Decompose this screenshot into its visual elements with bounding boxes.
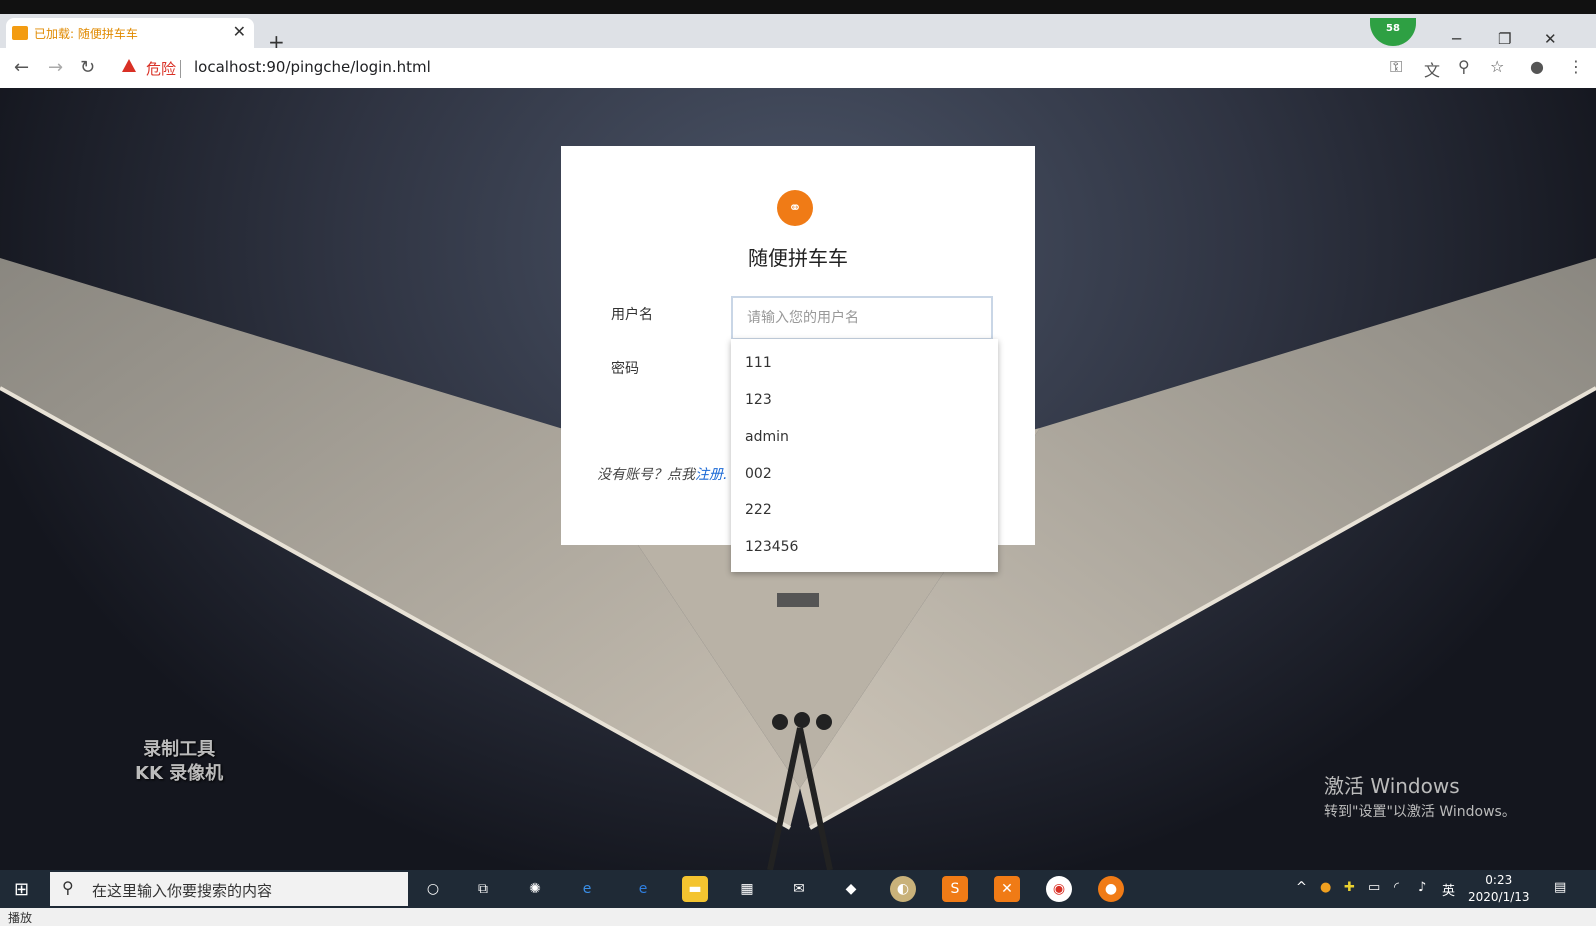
zoom-icon[interactable]: ⚲	[1458, 57, 1470, 76]
reload-icon[interactable]: ↻	[80, 57, 95, 78]
tab-close-icon[interactable]: ✕	[233, 22, 246, 41]
window-close-icon[interactable]: ✕	[1544, 30, 1557, 48]
battery-icon[interactable]: ▭	[1368, 880, 1380, 895]
windows-taskbar: ⊞ ⚲ 在这里输入你要搜索的内容 ○ ⧉ ✺ e e ▬ ▦ ✉ ◆ ◐ S ✕…	[0, 870, 1596, 908]
tab-favicon-icon	[12, 26, 28, 40]
chrome-icon[interactable]: ◉	[1046, 876, 1072, 902]
menu-dots-icon[interactable]: ⋮	[1568, 57, 1584, 76]
security-label[interactable]: 危险	[146, 58, 176, 79]
autocomplete-item[interactable]: 123456	[745, 539, 798, 555]
autocomplete-item[interactable]: admin	[745, 429, 789, 445]
page-viewport: ⚭ 随便拼车车 用户名 密码 没有账号？点我注册. 111 123 admin …	[0, 88, 1596, 870]
windows-start-icon[interactable]: ⊞	[14, 879, 29, 900]
browser-tab[interactable]: 已加载: 随便拼车车 ✕	[6, 18, 254, 48]
watermark-line2: KK 录像机	[135, 763, 224, 784]
password-label: 密码	[611, 361, 639, 377]
status-text: 播放	[8, 911, 33, 925]
username-input[interactable]	[745, 298, 989, 338]
autocomplete-item[interactable]: 222	[745, 502, 772, 518]
player-status-bar: 播放	[0, 908, 1596, 926]
clock-time: 0:23	[1485, 873, 1513, 887]
car-icon: ⚭	[777, 190, 813, 226]
watermark-line1: 录制工具	[143, 739, 216, 760]
bookmark-star-icon[interactable]: ☆	[1490, 57, 1504, 76]
app-avatar-icon[interactable]: ◐	[890, 876, 916, 902]
register-link[interactable]: 注册.	[695, 467, 727, 483]
app-wolf-icon[interactable]: ◆	[838, 876, 864, 902]
windows-activation-notice: 激活 Windows 转到"设置"以激活 Windows。	[1324, 770, 1516, 821]
username-label: 用户名	[611, 307, 653, 323]
volume-icon[interactable]: ♪	[1418, 880, 1426, 895]
key-icon[interactable]: ⚿	[1390, 57, 1402, 77]
mail-icon[interactable]: ✉	[786, 876, 812, 902]
screen-top-edge	[0, 0, 1596, 14]
register-prompt: 没有账号？点我注册.	[597, 464, 727, 484]
system-clock[interactable]: 0:23 2020/1/13	[1468, 872, 1530, 906]
ie-icon[interactable]: e	[574, 876, 600, 902]
username-field[interactable]	[731, 296, 993, 340]
back-arrow-icon[interactable]: ←	[14, 57, 29, 78]
tab-strip: 已加载: 随便拼车车 ✕ + 58 ─ ❐ ✕	[0, 14, 1596, 52]
taskbar-search[interactable]: ⚲ 在这里输入你要搜索的内容	[50, 872, 408, 906]
account-icon[interactable]: ●	[1530, 57, 1544, 76]
autocomplete-dropdown: 111 123 admin 002 222 123456	[731, 339, 998, 572]
network-icon[interactable]: ◜	[1394, 880, 1399, 895]
site-title: 随便拼车车	[748, 246, 848, 270]
taskbar-search-placeholder: 在这里输入你要搜索的内容	[92, 882, 273, 900]
url-field[interactable]: localhost:90/pingche/login.html	[194, 58, 431, 76]
autocomplete-item[interactable]: 111	[745, 355, 772, 371]
xampp-icon[interactable]: ✕	[994, 876, 1020, 902]
cortana-icon[interactable]: ○	[420, 876, 446, 902]
profile-badge[interactable]: 58	[1370, 18, 1416, 46]
search-icon: ⚲	[62, 878, 74, 897]
recorder-icon[interactable]: ●	[1098, 876, 1124, 902]
store-icon[interactable]: ▦	[734, 876, 760, 902]
clock-date: 2020/1/13	[1468, 890, 1530, 904]
recorder-watermark: 录制工具 KK 录像机	[135, 738, 223, 786]
autocomplete-item[interactable]: 002	[745, 466, 772, 482]
task-view-icon[interactable]: ⧉	[470, 876, 496, 902]
url-divider	[180, 60, 181, 78]
tray-app-icon[interactable]: ●	[1320, 880, 1331, 895]
tray-app2-icon[interactable]: ✚	[1344, 880, 1355, 895]
forward-arrow-icon[interactable]: →	[48, 57, 63, 78]
edge-icon[interactable]: e	[630, 876, 656, 902]
minimize-icon[interactable]: ─	[1452, 30, 1461, 48]
restore-icon[interactable]: ❐	[1498, 30, 1511, 48]
translate-icon[interactable]: 文	[1424, 57, 1440, 81]
sublime-icon[interactable]: S	[942, 876, 968, 902]
ime-indicator[interactable]: 英	[1442, 880, 1455, 899]
warning-icon[interactable]	[122, 59, 136, 72]
notification-icon[interactable]: ▤	[1554, 880, 1566, 895]
autocomplete-item[interactable]: 123	[745, 392, 772, 408]
tab-title: 已加载: 随便拼车车	[34, 27, 138, 41]
address-bar: ← → ↻ 危险 localhost:90/pingche/login.html…	[0, 48, 1596, 89]
app-pinwheel-icon[interactable]: ✺	[522, 876, 548, 902]
tray-expand-icon[interactable]: ^	[1296, 880, 1307, 895]
register-prefix: 没有账号？点我	[597, 467, 695, 483]
activation-title: 激活 Windows	[1324, 774, 1460, 798]
activation-subtitle: 转到"设置"以激活 Windows。	[1324, 804, 1516, 820]
file-explorer-icon[interactable]: ▬	[682, 876, 708, 902]
